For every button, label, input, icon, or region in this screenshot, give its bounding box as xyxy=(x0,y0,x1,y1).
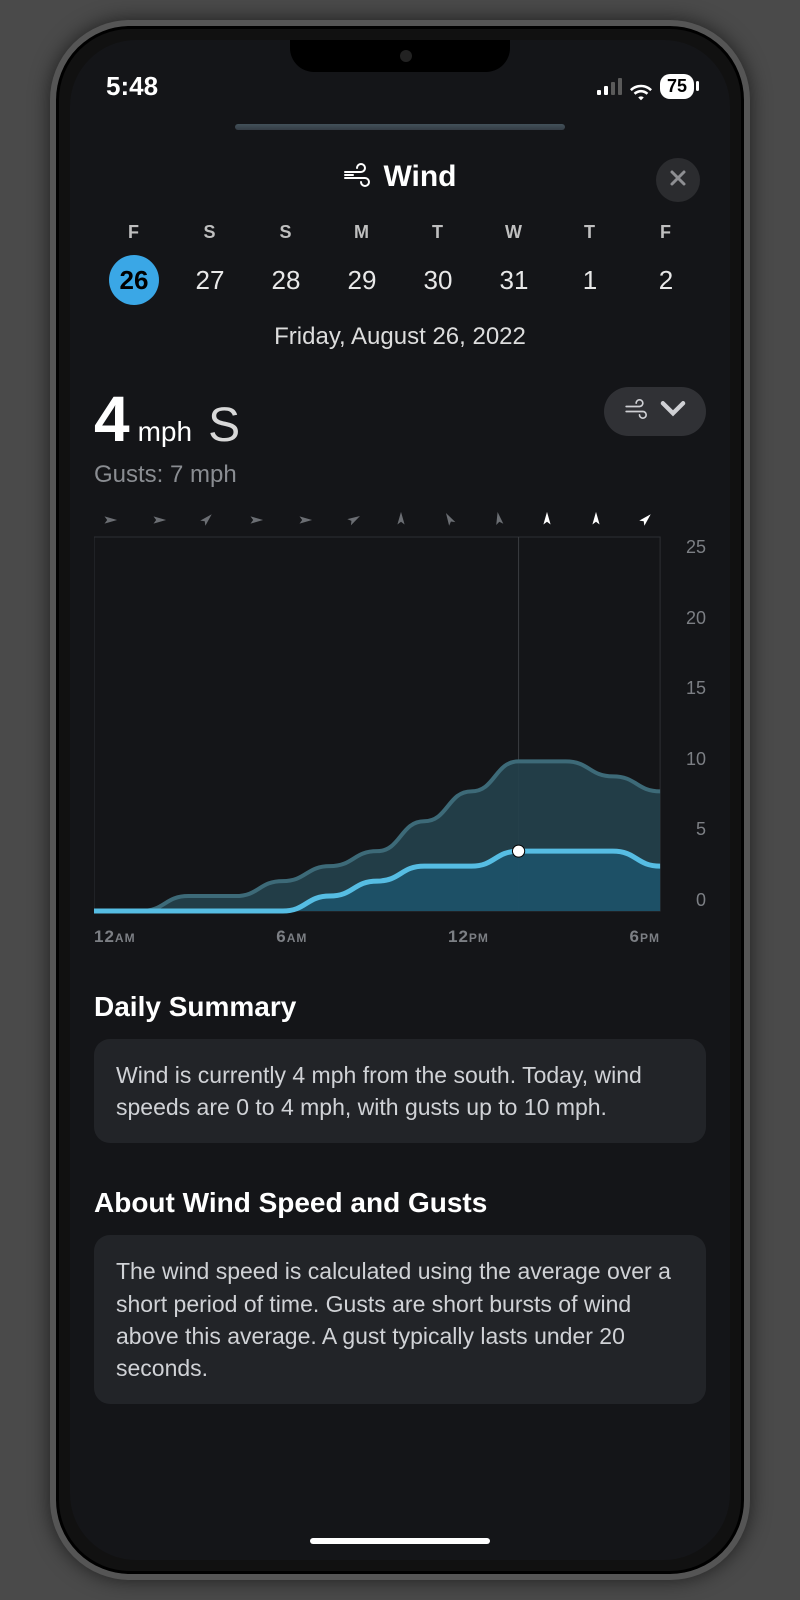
direction-arrow-icon xyxy=(197,511,215,534)
x-tick: 6AM xyxy=(276,927,307,947)
status-time: 5:48 xyxy=(106,71,158,102)
wind-icon xyxy=(624,399,650,424)
wind-chart[interactable]: 25 20 15 10 5 0 12AM 6AM 12PM 6PM xyxy=(94,507,706,947)
day-cell-31[interactable]: W 31 xyxy=(476,222,552,305)
direction-arrow-icon xyxy=(441,511,459,534)
day-letter: T xyxy=(584,222,596,243)
y-tick: 20 xyxy=(686,608,706,629)
daily-summary-title: Daily Summary xyxy=(94,991,706,1023)
y-tick: 15 xyxy=(686,678,706,699)
direction-arrow-icon xyxy=(295,511,313,534)
y-tick: 0 xyxy=(696,890,706,911)
day-letter: F xyxy=(660,222,672,243)
wind-direction: S xyxy=(208,398,240,453)
day-number: 30 xyxy=(413,255,463,305)
wind-icon xyxy=(343,163,373,192)
direction-arrow-icon xyxy=(587,511,605,534)
wind-speed-value: 4 xyxy=(94,387,130,451)
about-title: About Wind Speed and Gusts xyxy=(94,1187,706,1219)
y-tick: 5 xyxy=(696,819,706,840)
notch xyxy=(290,40,510,72)
sheet-handle[interactable] xyxy=(235,124,565,130)
day-letter: W xyxy=(505,222,523,243)
day-letter: M xyxy=(354,222,370,243)
day-cell-2[interactable]: F2 xyxy=(628,222,704,305)
direction-arrow-icon xyxy=(149,511,167,534)
x-tick: 6PM xyxy=(630,927,660,947)
direction-arrow-icon xyxy=(344,511,362,534)
sheet-title: Wind xyxy=(383,160,456,194)
day-selector: F26S27S28M29T30W31T1F2 xyxy=(94,222,706,305)
chart-mode-selector[interactable] xyxy=(604,387,706,436)
direction-arrow-icon xyxy=(636,511,654,534)
wind-speed-unit: mph xyxy=(138,416,192,448)
day-cell-27[interactable]: S 27 xyxy=(172,222,248,305)
sheet-header: Wind xyxy=(94,160,706,194)
day-cell-30[interactable]: T 30 xyxy=(400,222,476,305)
day-number: 1 xyxy=(565,255,615,305)
battery-indicator: 75 xyxy=(660,74,694,99)
x-tick: 12PM xyxy=(448,927,489,947)
home-indicator[interactable] xyxy=(310,1538,490,1544)
day-number: 31 xyxy=(489,255,539,305)
chevron-down-icon xyxy=(660,399,686,424)
day-number: 28 xyxy=(261,255,311,305)
gusts-label: Gusts: 7 mph xyxy=(94,461,240,489)
direction-arrow-icon xyxy=(246,511,264,534)
chart-canvas xyxy=(94,507,706,947)
day-cell-29[interactable]: M 29 xyxy=(324,222,400,305)
day-number: 2 xyxy=(641,255,691,305)
wifi-icon xyxy=(630,77,652,95)
side-button-volume-down xyxy=(50,556,54,656)
daily-summary-card: Wind is currently 4 mph from the south. … xyxy=(94,1039,706,1143)
selected-date-label: Friday, August 26, 2022 xyxy=(94,323,706,351)
about-card: The wind speed is calculated using the a… xyxy=(94,1235,706,1404)
day-cell-28[interactable]: S 28 xyxy=(248,222,324,305)
chart-y-axis: 25 20 15 10 5 0 xyxy=(666,537,706,911)
side-button-volume-up xyxy=(50,436,54,536)
direction-arrow-icon xyxy=(490,511,508,534)
close-button[interactable] xyxy=(656,158,700,202)
day-number: 29 xyxy=(337,255,387,305)
side-button-power xyxy=(746,446,750,596)
chart-x-axis: 12AM 6AM 12PM 6PM xyxy=(94,927,660,947)
close-icon xyxy=(668,168,688,193)
day-cell-26[interactable]: F 26 xyxy=(96,222,172,305)
wind-direction-arrows xyxy=(94,511,660,534)
side-button-silence xyxy=(50,346,54,400)
cellular-signal-icon xyxy=(597,77,622,95)
current-wind-reading: 4 mph S xyxy=(94,387,240,453)
day-letter: S xyxy=(279,222,292,243)
day-number: 27 xyxy=(185,255,235,305)
day-number: 26 xyxy=(109,255,159,305)
x-tick: 12AM xyxy=(94,927,136,947)
screen: 5:48 75 Wind xyxy=(70,40,730,1560)
day-cell-1[interactable]: T1 xyxy=(552,222,628,305)
y-tick: 25 xyxy=(686,537,706,558)
y-tick: 10 xyxy=(686,749,706,770)
day-letter: T xyxy=(432,222,444,243)
direction-arrow-icon xyxy=(392,511,410,534)
direction-arrow-icon xyxy=(538,511,556,534)
day-letter: F xyxy=(128,222,140,243)
direction-arrow-icon xyxy=(100,511,118,534)
phone-frame: 5:48 75 Wind xyxy=(50,20,750,1580)
battery-percent: 75 xyxy=(667,76,687,97)
day-letter: S xyxy=(203,222,216,243)
